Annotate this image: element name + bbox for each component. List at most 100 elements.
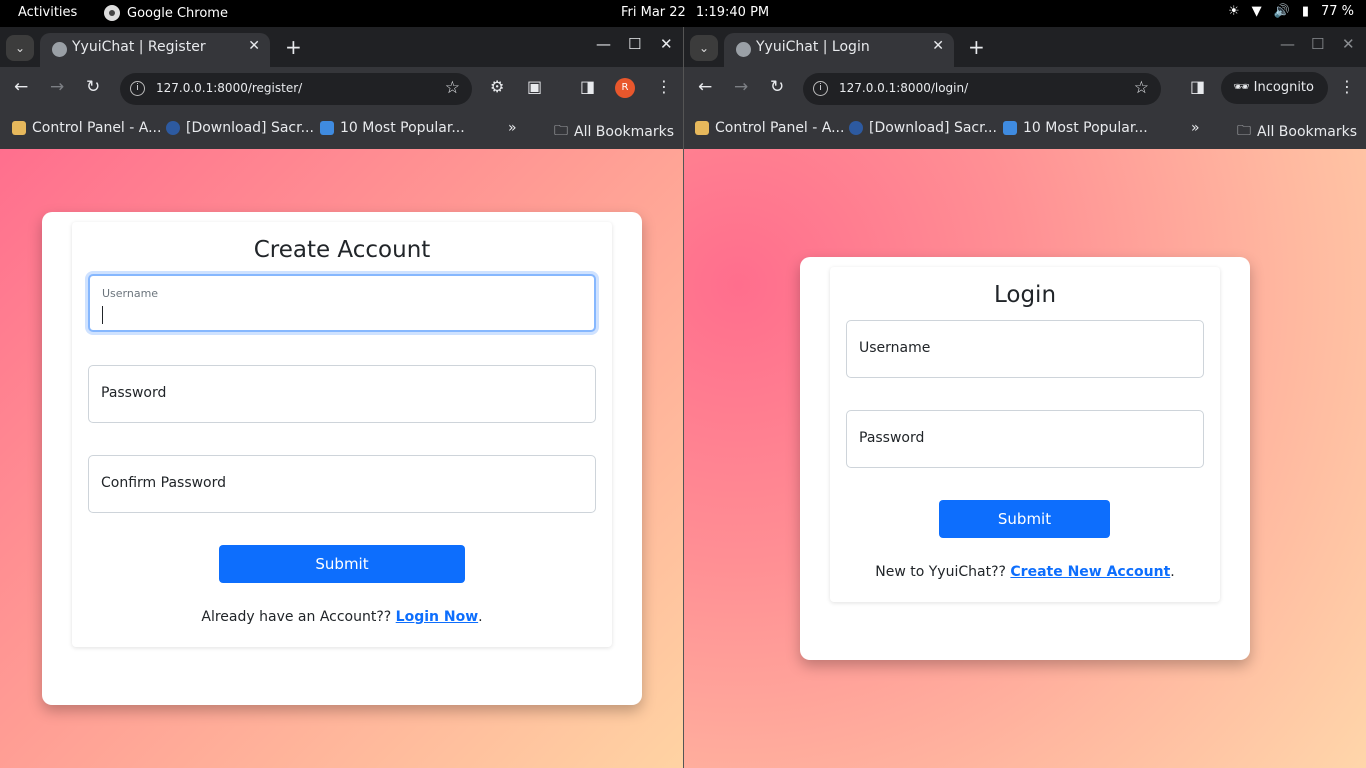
new-tab-button[interactable]: + [968, 35, 985, 59]
activities-button[interactable]: Activities [18, 5, 77, 20]
more-bookmarks-chevron-icon[interactable]: » [1191, 120, 1200, 136]
password-field[interactable]: Password [88, 365, 596, 423]
bookmark-item[interactable]: [Download] Sacr... [849, 120, 997, 136]
tab-login[interactable]: YyuiChat | Login ✕ [724, 33, 954, 67]
incognito-icon: 🕶 [1233, 80, 1250, 95]
bookmark-star-icon[interactable]: ☆ [1134, 78, 1149, 98]
download-site-icon [849, 121, 863, 135]
site-info-icon[interactable]: i [130, 81, 145, 96]
close-tab-icon[interactable]: ✕ [248, 38, 260, 54]
menu-icon[interactable]: ⋮ [1339, 77, 1355, 96]
date-label: Fri Mar 22 [621, 5, 686, 20]
forward-button[interactable]: → [50, 77, 64, 97]
bookmark-item[interactable]: Control Panel - A... [695, 120, 844, 136]
minimize-button[interactable]: — [596, 35, 611, 53]
browser-toolbar: ← → ↻ i 127.0.0.1:8000/register/ ☆ ⚙ ▣ ◨… [0, 67, 683, 109]
register-prompt: New to YyuiChat?? Create New Account. [875, 564, 1175, 580]
create-new-account-link[interactable]: Create New Account [1010, 564, 1170, 580]
browser-window-register: ⌄ YyuiChat | Register ✕ + — ☐ ✕ ← → ↻ i … [0, 27, 683, 768]
maximize-button[interactable]: ☐ [628, 35, 641, 53]
minimize-button[interactable]: — [1280, 35, 1295, 53]
submit-button[interactable]: Submit [939, 500, 1110, 538]
tab-strip: ⌄ YyuiChat | Login ✕ + — ☐ ✕ [684, 27, 1366, 67]
url-text: 127.0.0.1:8000/register/ [156, 81, 303, 95]
extension-icon[interactable]: ⚙ [490, 77, 504, 96]
bookmark-star-icon[interactable]: ☆ [445, 78, 460, 98]
page-viewport: Login Username Password Submit New to Yy… [684, 149, 1366, 768]
username-label: Username [102, 287, 159, 300]
submit-button[interactable]: Submit [219, 545, 465, 583]
incognito-badge[interactable]: 🕶 Incognito [1221, 72, 1328, 104]
brightness-icon: ☀ [1227, 4, 1240, 19]
password-field[interactable]: Password [846, 410, 1204, 468]
bookmark-item[interactable]: [Download] Sacr... [166, 120, 314, 136]
tab-strip: ⌄ YyuiChat | Register ✕ + — ☐ ✕ [0, 27, 683, 67]
system-top-bar: Activities Google Chrome Fri Mar 22 1:19… [0, 0, 1366, 27]
menu-icon[interactable]: ⋮ [656, 77, 672, 96]
username-field[interactable]: Username [846, 320, 1204, 378]
page-viewport: Create Account Username Password Confirm… [0, 149, 683, 768]
back-button[interactable]: ← [14, 77, 28, 97]
new-tab-button[interactable]: + [285, 35, 302, 59]
all-bookmarks-button[interactable]: 🗀 All Bookmarks [1237, 120, 1357, 144]
register-form: Create Account Username Password Confirm… [72, 222, 612, 647]
clock[interactable]: Fri Mar 22 1:19:40 PM [621, 5, 769, 20]
app-menu[interactable]: Google Chrome [104, 5, 228, 21]
login-now-link[interactable]: Login Now [396, 609, 478, 625]
time-label: 1:19:40 PM [695, 5, 770, 20]
address-bar[interactable]: i 127.0.0.1:8000/register/ ☆ [120, 73, 472, 105]
login-form: Login Username Password Submit New to Yy… [830, 267, 1220, 602]
register-card: Create Account Username Password Confirm… [42, 212, 642, 705]
folder-icon: 🗀 [1237, 123, 1251, 139]
all-bookmarks-button[interactable]: 🗀 All Bookmarks [554, 120, 674, 144]
username-field[interactable]: Username [88, 274, 596, 332]
puzzle-icon[interactable]: ▣ [527, 77, 542, 96]
globe-icon [52, 42, 67, 57]
tab-title: YyuiChat | Register [72, 39, 206, 55]
control-panel-icon [695, 121, 709, 135]
system-tray[interactable]: ☀ ▼ 🔊 ▮ 77 % [1228, 4, 1354, 19]
bookmark-item[interactable]: 10 Most Popular... [1003, 120, 1148, 136]
chrome-icon [104, 5, 120, 21]
username-label: Username [859, 340, 931, 356]
side-panel-icon[interactable]: ◨ [580, 77, 595, 96]
globe-icon [736, 42, 751, 57]
bookmarks-bar: Control Panel - A... [Download] Sacr... … [0, 109, 683, 149]
page-title: Login [993, 282, 1057, 308]
browser-window-login: ⌄ YyuiChat | Login ✕ + — ☐ ✕ ← → ↻ i 127… [684, 27, 1366, 768]
side-panel-icon[interactable]: ◨ [1190, 77, 1205, 96]
popular-site-icon [320, 121, 334, 135]
bookmark-item[interactable]: 10 Most Popular... [320, 120, 465, 136]
close-tab-icon[interactable]: ✕ [932, 38, 944, 54]
app-name: Google Chrome [127, 5, 228, 21]
back-button[interactable]: ← [698, 77, 712, 97]
close-window-button[interactable]: ✕ [1342, 35, 1355, 53]
profile-avatar[interactable]: R [615, 78, 635, 98]
folder-icon: 🗀 [554, 123, 568, 139]
battery-label: 77 % [1320, 4, 1354, 19]
close-window-button[interactable]: ✕ [660, 35, 673, 53]
confirm-password-label: Confirm Password [101, 475, 227, 491]
maximize-button[interactable]: ☐ [1311, 35, 1324, 53]
url-text: 127.0.0.1:8000/login/ [839, 81, 969, 95]
forward-button[interactable]: → [734, 77, 748, 97]
tab-search-button[interactable]: ⌄ [6, 35, 34, 61]
text-cursor [102, 306, 103, 324]
bookmarks-bar: Control Panel - A... [Download] Sacr... … [684, 109, 1366, 149]
browser-toolbar: ← → ↻ i 127.0.0.1:8000/login/ ☆ ◨ 🕶 Inco… [684, 67, 1366, 109]
more-bookmarks-chevron-icon[interactable]: » [508, 120, 517, 136]
tab-search-button[interactable]: ⌄ [690, 35, 718, 61]
confirm-password-field[interactable]: Confirm Password [88, 455, 596, 513]
reload-button[interactable]: ↻ [86, 77, 100, 97]
address-bar[interactable]: i 127.0.0.1:8000/login/ ☆ [803, 73, 1161, 105]
volume-icon: 🔊 [1273, 4, 1290, 19]
password-label: Password [859, 430, 925, 446]
popular-site-icon [1003, 121, 1017, 135]
tab-title: YyuiChat | Login [756, 39, 870, 55]
reload-button[interactable]: ↻ [770, 77, 784, 97]
bookmark-item[interactable]: Control Panel - A... [12, 120, 161, 136]
wifi-icon: ▼ [1251, 4, 1262, 19]
site-info-icon[interactable]: i [813, 81, 828, 96]
tab-register[interactable]: YyuiChat | Register ✕ [40, 33, 270, 67]
page-title: Create Account [253, 237, 431, 263]
